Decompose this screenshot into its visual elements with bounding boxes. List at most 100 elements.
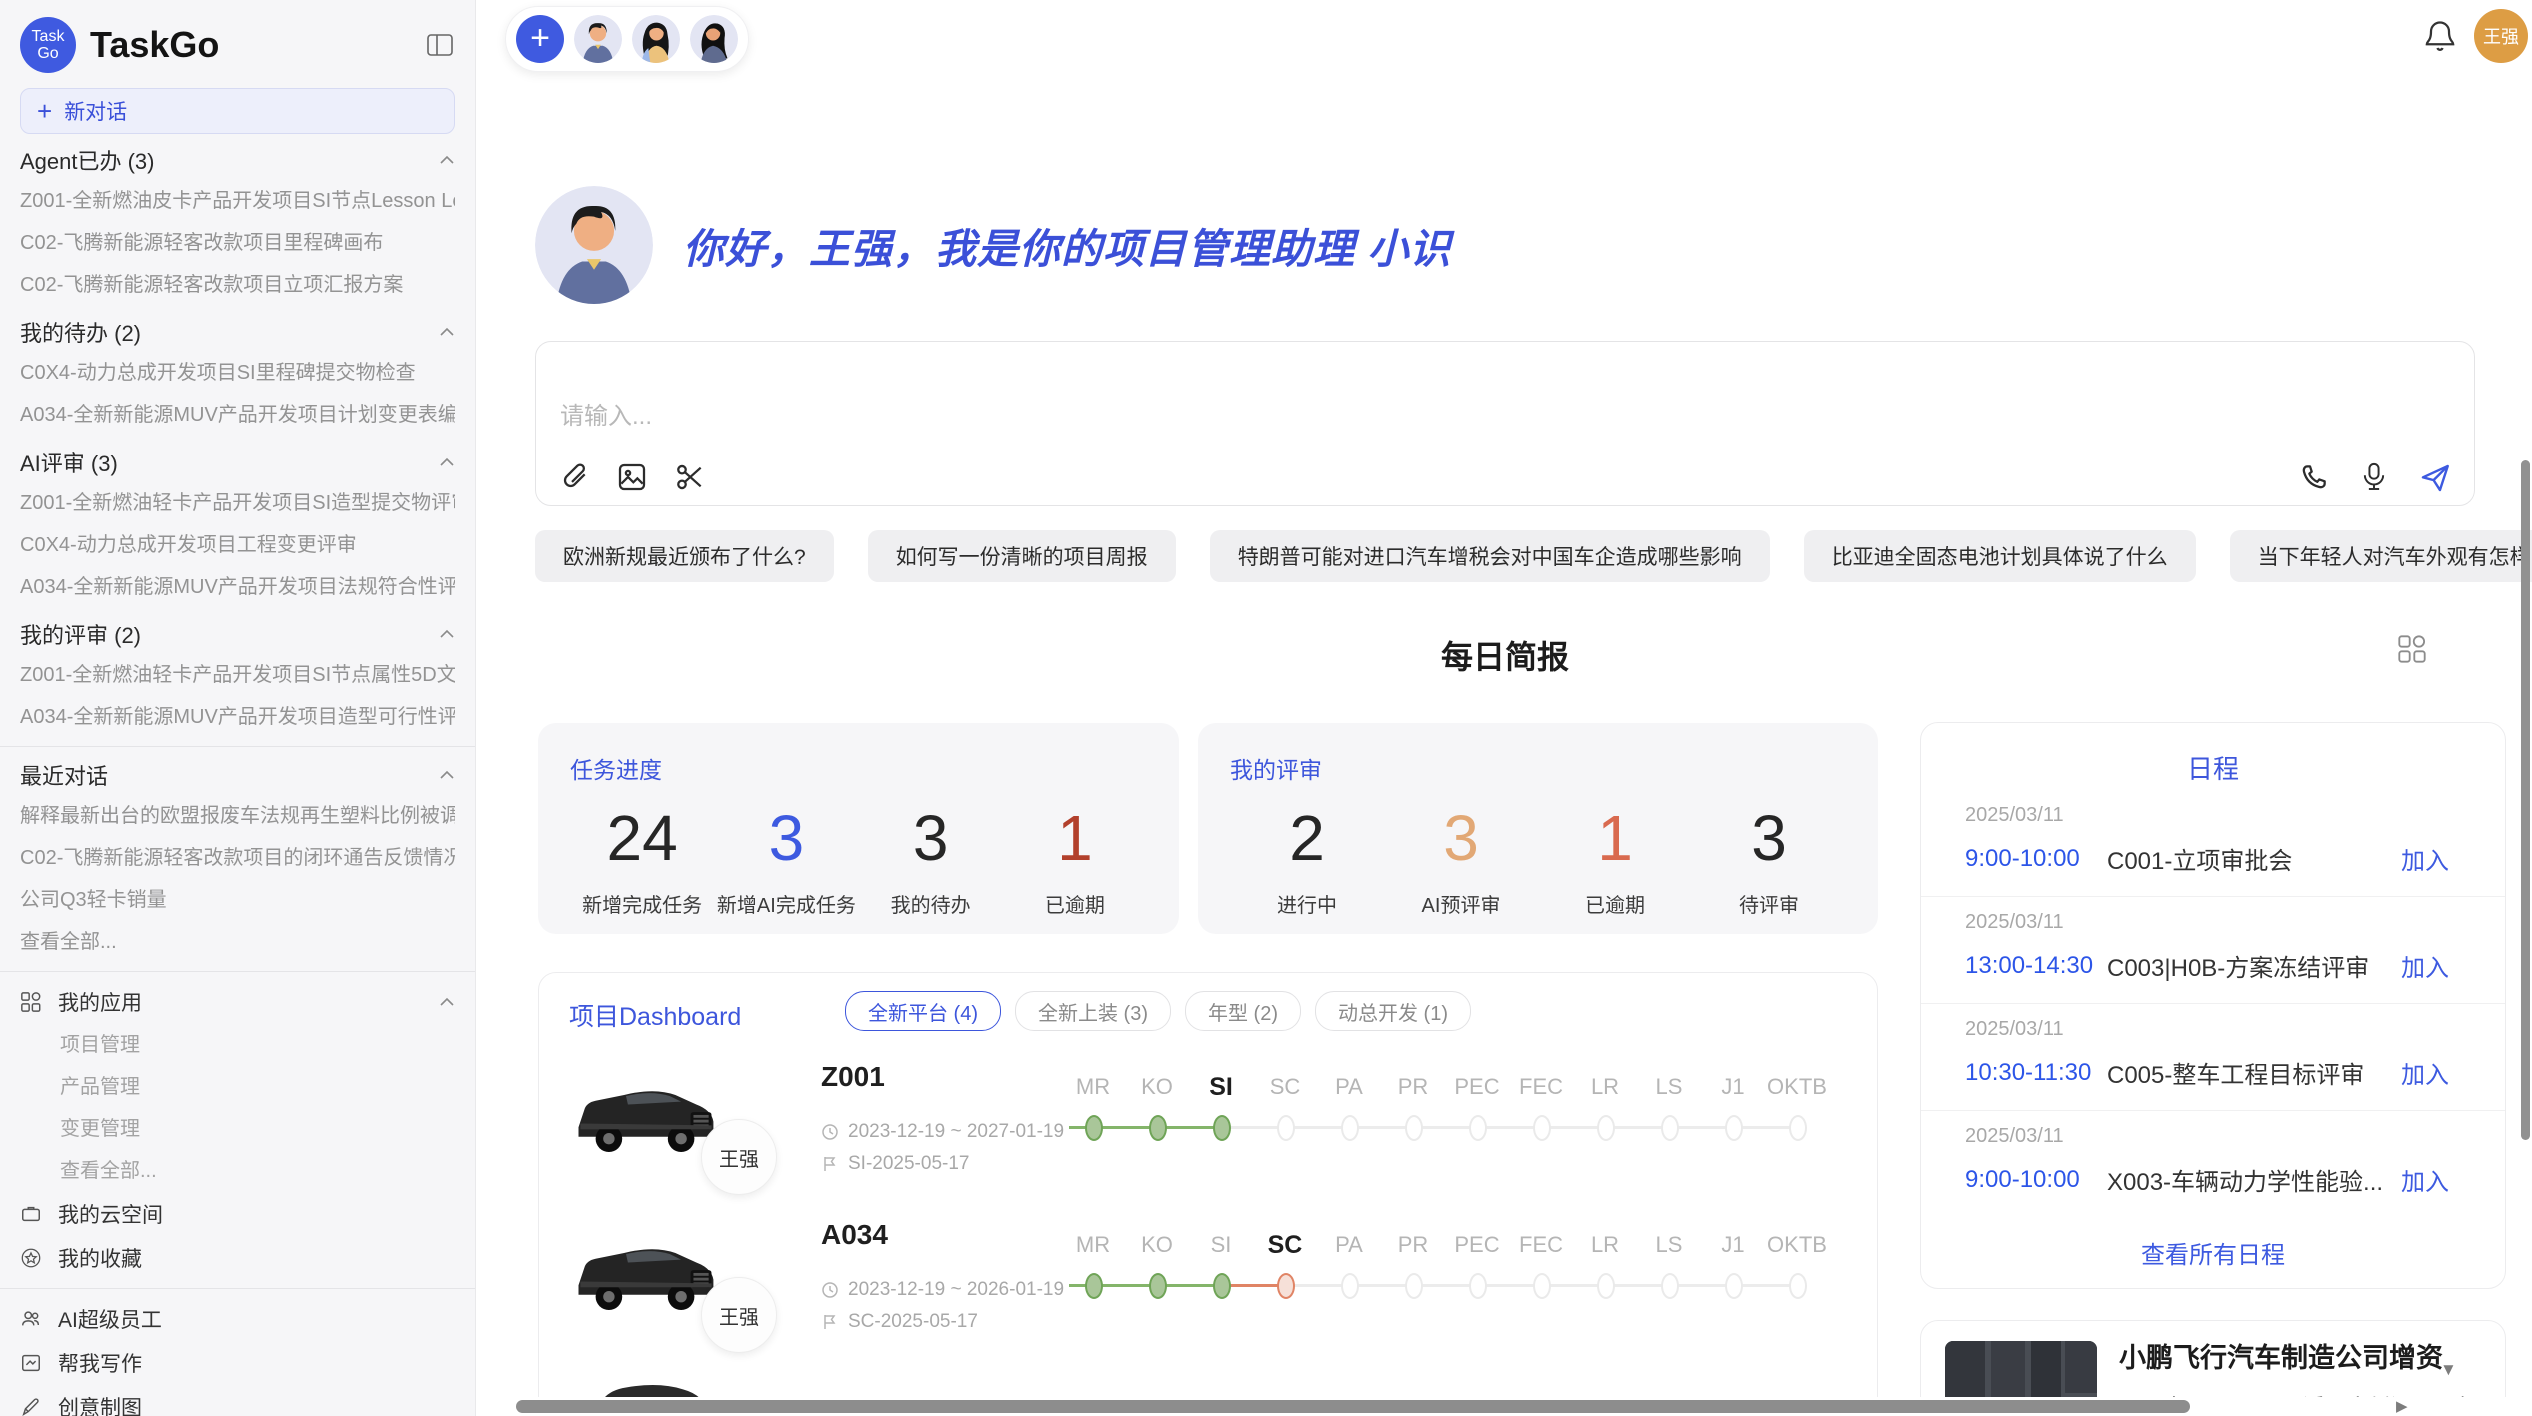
chevron-up-icon [439, 996, 455, 1008]
schedule-item: 2025/03/11 9:00-10:00 X003-车辆动力学性能验... 加… [1921, 1111, 2505, 1217]
sidebar-item-my-apps[interactable]: 我的应用 [20, 980, 455, 1024]
milestone-dot [1661, 1115, 1679, 1141]
filter-powertrain[interactable]: 动总开发 (1) [1315, 991, 1471, 1031]
milestone-label: PR [1381, 1229, 1445, 1261]
view-all-chats-link[interactable]: 查看全部... [20, 921, 455, 963]
project-date-range: 2023-12-19 ~ 2027-01-19 [821, 1121, 1064, 1143]
avatar-contact-1[interactable] [574, 15, 622, 63]
schedule-time: 9:00-10:00 [1965, 1166, 2107, 1194]
add-conversation-button[interactable]: + [516, 15, 564, 63]
user-avatar[interactable]: 王强 [2474, 9, 2528, 63]
cloud-space-icon [20, 1202, 44, 1226]
project-row-z001[interactable]: 王强 Z001 2023-12-19 ~ 2027-01-19 SI-2025-… [539, 1053, 1877, 1211]
sidebar-item[interactable]: C02-飞腾新能源轻客改款项目立项汇报方案 [20, 264, 455, 306]
sidebar-item-creative-drawing[interactable]: 创意制图 [20, 1385, 455, 1416]
milestone-dot [1725, 1273, 1743, 1299]
recent-chat-item[interactable]: 解释最新出台的欧盟报废车法规再生塑料比例被调至15%... [20, 795, 455, 837]
chat-input[interactable] [558, 402, 1762, 432]
sidebar-item[interactable]: C02-飞腾新能源轻客改款项目里程碑画布 [20, 222, 455, 264]
milestone-dot [1469, 1115, 1487, 1141]
recent-chat-item[interactable]: 公司Q3轻卡销量 [20, 879, 455, 921]
vertical-scrollbar-thumb[interactable] [2521, 460, 2530, 1140]
milestone-dot-done [1085, 1273, 1103, 1299]
notification-bell-icon[interactable] [2422, 18, 2458, 54]
schedule-item: 2025/03/11 13:00-14:30 C003|H0B-方案冻结评审 加… [1921, 897, 2505, 1004]
schedule-date: 2025/03/11 [1965, 1125, 2449, 1148]
milestone-dot [1341, 1273, 1359, 1299]
sidebar-item[interactable]: Z001-全新燃油轻卡产品开发项目SI节点属性5D文件评审 [20, 654, 455, 696]
avatar-contact-3[interactable] [690, 15, 738, 63]
sidebar-item[interactable]: A034-全新新能源MUV产品开发项目计划变更表编写 [20, 394, 455, 436]
phone-call-icon[interactable] [2298, 461, 2330, 493]
app-item-project-mgmt[interactable]: 项目管理 [20, 1024, 455, 1066]
milestone-dot [1405, 1273, 1423, 1299]
scroll-down-arrow-icon[interactable]: ▼ [2440, 1360, 2457, 1380]
milestone-dot [1789, 1115, 1807, 1141]
sidebar-item[interactable]: Z001-全新燃油轻卡产品开发项目SI造型提交物评审 [20, 482, 455, 524]
my-review-card: 我的评审 2 进行中 3 AI预评审 1 已逾期 3 待评审 [1198, 723, 1878, 934]
app-item-change-mgmt[interactable]: 变更管理 [20, 1108, 455, 1150]
logo-text-bottom: Go [37, 45, 58, 62]
join-meeting-link[interactable]: 加入 [2401, 841, 2449, 876]
suggestion-chip[interactable]: 特朗普可能对进口汽车增税会对中国车企造成哪些影响 [1210, 530, 1770, 582]
suggestion-chip[interactable]: 欧洲新规最近颁布了什么? [535, 530, 834, 582]
stat-in-progress: 2 进行中 [1230, 803, 1384, 918]
sidebar-item-help-me-write[interactable]: 帮我写作 [20, 1341, 455, 1385]
chevron-up-icon [439, 628, 455, 640]
section-header-agent-done[interactable]: Agent已办 (3) [20, 140, 455, 180]
logo-text-top: Task [32, 28, 65, 45]
avatar-contact-2[interactable] [632, 15, 680, 63]
sidebar-item-cloud-space[interactable]: 我的云空间 [20, 1192, 455, 1236]
sidebar-item-favorites[interactable]: 我的收藏 [20, 1236, 455, 1280]
milestone-label: MR [1061, 1229, 1125, 1261]
join-meeting-link[interactable]: 加入 [2401, 1055, 2449, 1090]
new-chat-button[interactable]: + 新对话 [20, 88, 455, 134]
milestone-label: FEC [1509, 1071, 1573, 1103]
sidebar-item[interactable]: A034-全新新能源MUV产品开发项目法规符合性评审 [20, 566, 455, 608]
app-item-product-mgmt[interactable]: 产品管理 [20, 1066, 455, 1108]
schedule-date: 2025/03/11 [1965, 804, 2449, 827]
view-all-schedule-link[interactable]: 查看所有日程 [1921, 1235, 2505, 1270]
suggestion-chip[interactable]: 如何写一份清晰的项目周报 [868, 530, 1176, 582]
attachment-icon[interactable] [558, 461, 590, 493]
sidebar-item[interactable]: C0X4-动力总成开发项目SI里程碑提交物检查 [20, 352, 455, 394]
section-header-my-review[interactable]: 我的评审 (2) [20, 614, 455, 654]
milestone-dot-done [1213, 1273, 1231, 1299]
join-meeting-link[interactable]: 加入 [2401, 1162, 2449, 1197]
scissors-icon[interactable] [674, 461, 706, 493]
project-name: A034 [821, 1219, 888, 1251]
scroll-right-arrow-icon[interactable]: ▶ [2396, 1397, 2408, 1415]
suggestion-chip[interactable]: 当下年轻人对汽车外观有怎样的喜好趋势 [2230, 530, 2532, 582]
stat-pending-review: 3 待评审 [1692, 803, 1846, 918]
suggestion-chip[interactable]: 比亚迪全固态电池计划具体说了什么 [1804, 530, 2196, 582]
sidebar-item[interactable]: A034-全新新能源MUV产品开发项目造型可行性评审 [20, 696, 455, 738]
milestone-dot [1597, 1273, 1615, 1299]
greeting-block: 你好，王强，我是你的项目管理助理 小识 [535, 186, 1451, 304]
section-header-ai-review[interactable]: AI评审 (3) [20, 442, 455, 482]
horizontal-scrollbar-thumb[interactable] [516, 1400, 2190, 1413]
section-header-recent-chats[interactable]: 最近对话 [20, 755, 455, 795]
sidebar-collapse-icon[interactable] [425, 30, 455, 60]
project-dashboard-card: 项目Dashboard 全新平台 (4) 全新上装 (3) 年型 (2) 动总开… [538, 972, 1878, 1416]
flag-icon [821, 1313, 839, 1331]
sidebar-item[interactable]: C0X4-动力总成开发项目工程变更评审 [20, 524, 455, 566]
send-icon[interactable] [2418, 461, 2450, 493]
filter-model-year[interactable]: 年型 (2) [1185, 991, 1301, 1031]
project-row-a034[interactable]: 王强 A034 2023-12-19 ~ 2026-01-19 SC-2025-… [539, 1211, 1877, 1369]
writing-icon [20, 1351, 44, 1375]
sidebar-item-ai-super-staff[interactable]: AI超级员工 [20, 1297, 455, 1341]
microphone-icon[interactable] [2358, 461, 2390, 493]
filter-new-body[interactable]: 全新上装 (3) [1015, 991, 1171, 1031]
section-header-my-todo[interactable]: 我的待办 (2) [20, 312, 455, 352]
image-upload-icon[interactable] [616, 461, 648, 493]
app-title: TaskGo [90, 24, 425, 66]
sidebar-item[interactable]: Z001-全新燃油皮卡产品开发项目SI节点Lesson Learn报告 [20, 180, 455, 222]
layout-grid-icon[interactable] [2397, 634, 2427, 664]
milestone-label: J1 [1701, 1071, 1765, 1103]
view-all-apps-link[interactable]: 查看全部... [20, 1150, 455, 1192]
filter-all-new-platform[interactable]: 全新平台 (4) [845, 991, 1001, 1031]
join-meeting-link[interactable]: 加入 [2401, 948, 2449, 983]
recent-chat-item[interactable]: C02-飞腾新能源轻客改款项目的闭环通告反馈情况 [20, 837, 455, 879]
milestone-label-current: SI [1189, 1071, 1253, 1103]
horizontal-scrollbar[interactable] [476, 1397, 2532, 1416]
